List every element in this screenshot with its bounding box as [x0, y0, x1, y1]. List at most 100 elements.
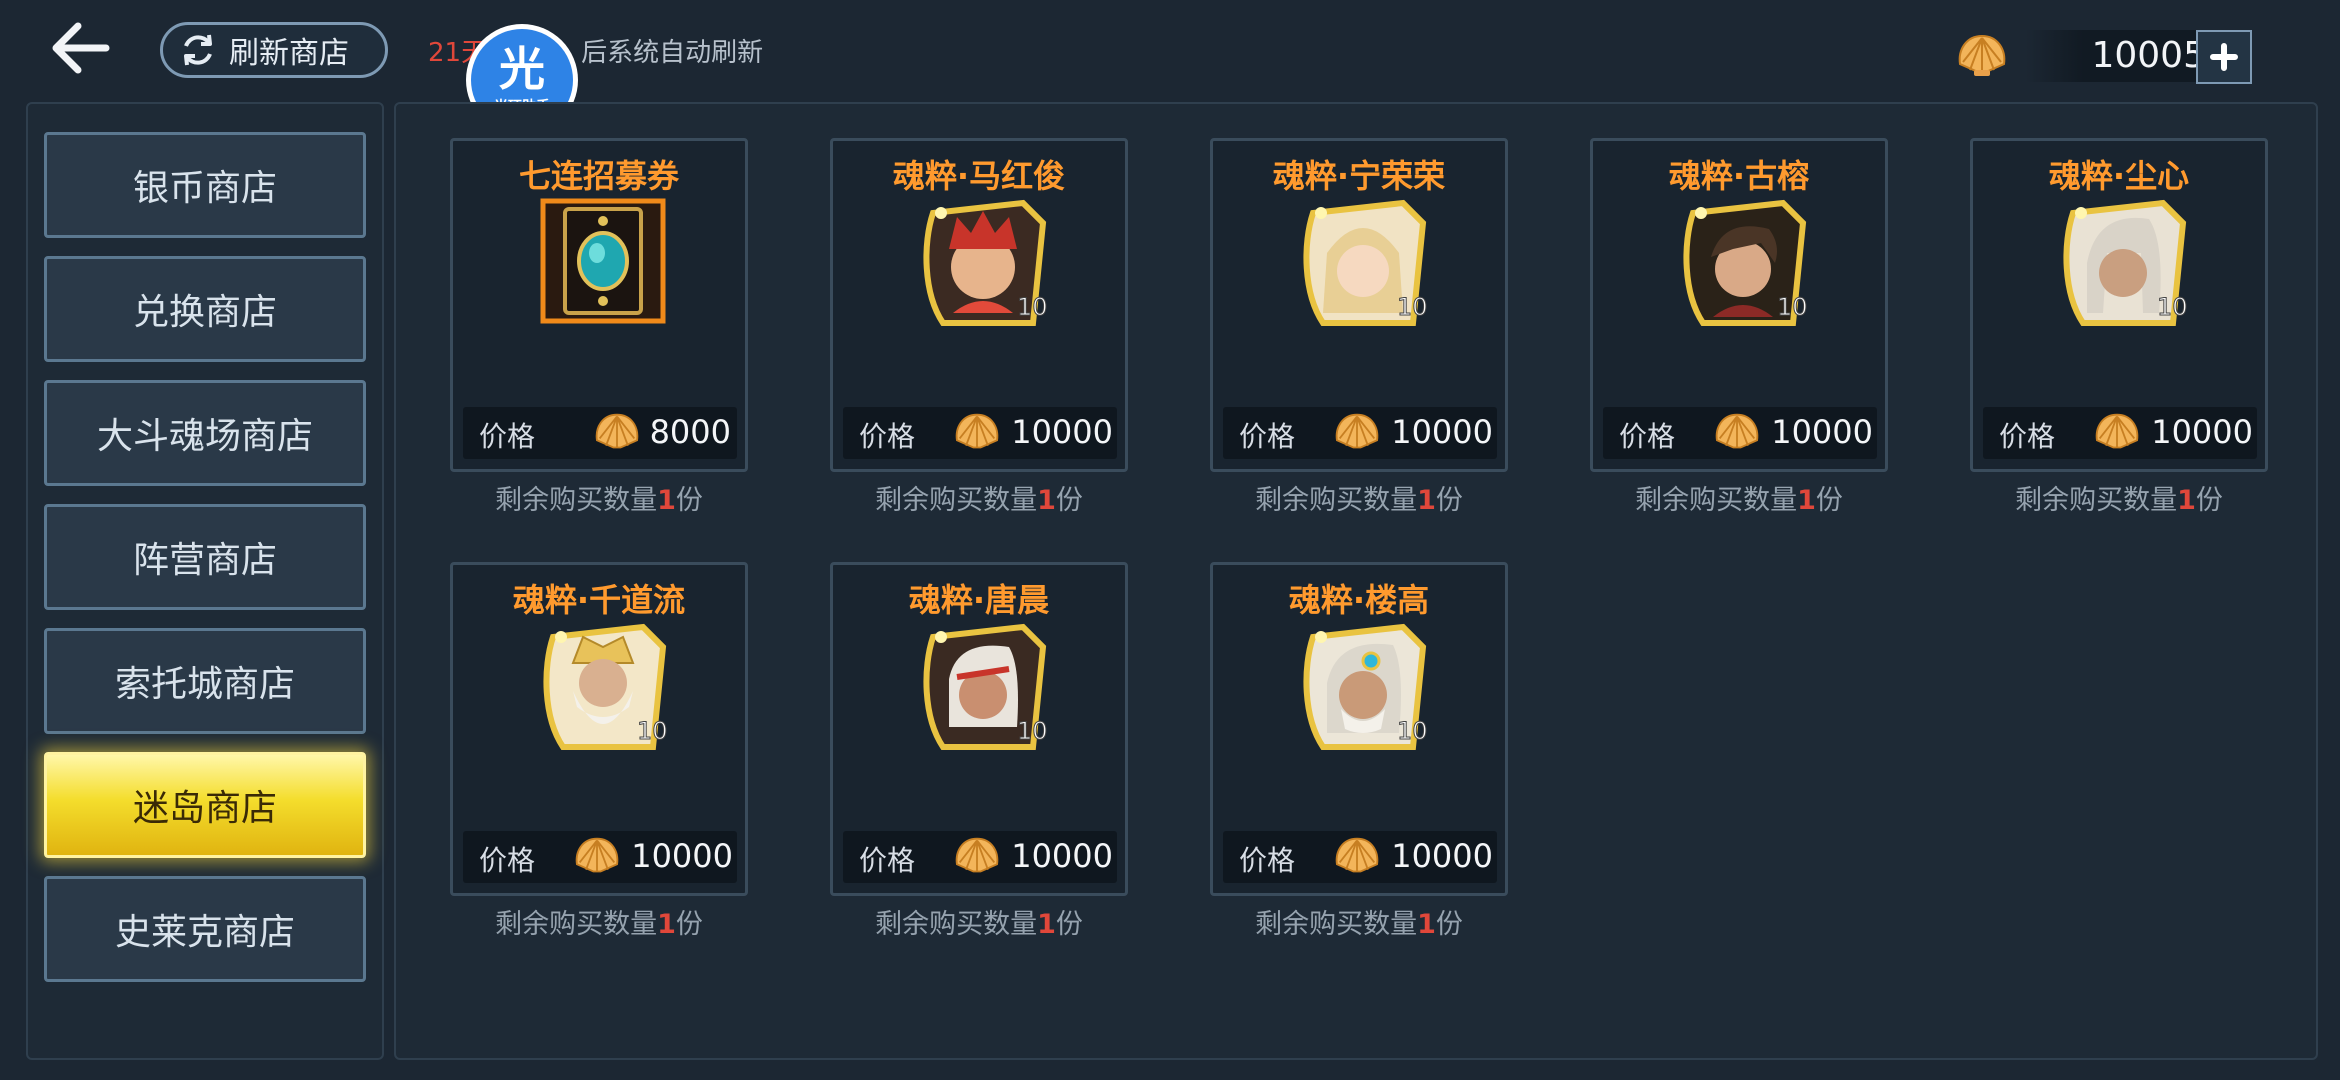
- shell-currency-icon: [1335, 413, 1379, 449]
- price-value: 10000: [631, 837, 733, 875]
- remain-suffix: 份: [1815, 485, 1843, 516]
- remain-prefix: 剩余购买数量: [1255, 909, 1418, 940]
- sidebar-item-exchange-shop[interactable]: 兑换商店: [44, 256, 366, 362]
- remain-suffix: 份: [2195, 485, 2223, 516]
- price-label: 价格: [479, 420, 536, 453]
- remain-prefix: 剩余购买数量: [875, 485, 1038, 516]
- price-value: 8000: [649, 413, 731, 451]
- shop-item-card[interactable]: 魂粹·马红俊 10 价格 10000: [830, 138, 1128, 472]
- sidebar-item-mystic-island-shop[interactable]: 迷岛商店: [44, 752, 366, 858]
- shop-item-card[interactable]: 魂粹·尘心 10 价格 10000: [1970, 138, 2268, 472]
- star-level-badge: 10: [1397, 717, 1428, 745]
- shell-currency-icon: [575, 837, 619, 873]
- remain-count: 1: [657, 485, 676, 516]
- price-label: 价格: [1239, 420, 1296, 453]
- portrait-ma-hongjun: 10: [923, 199, 1048, 326]
- price-value: 10000: [1391, 837, 1493, 875]
- watermark-char: 光: [499, 42, 545, 96]
- price-value: 10000: [1771, 413, 1873, 451]
- price-label: 价格: [479, 844, 536, 877]
- portrait-ning-rongrong: 10: [1303, 199, 1428, 326]
- star-level-badge: 10: [1017, 293, 1048, 321]
- price-label: 价格: [859, 420, 916, 453]
- shop-item-card[interactable]: 魂粹·宁荣荣 10 价格 10000: [1210, 138, 1508, 472]
- sidebar-item-faction-shop[interactable]: 阵营商店: [44, 504, 366, 610]
- shop-item-card[interactable]: 七连招募券 价格 8000: [450, 138, 748, 472]
- star-level-badge: 10: [1777, 293, 1808, 321]
- remaining-quantity: 剩余购买数量1份: [1210, 902, 1508, 941]
- remain-count: 1: [1037, 485, 1056, 516]
- shop-item-card[interactable]: 魂粹·唐晨 10 价格 10000: [830, 562, 1128, 896]
- remain-suffix: 份: [675, 909, 703, 940]
- shop-item-card[interactable]: 魂粹·楼高 10 价格 10000: [1210, 562, 1508, 896]
- item-name: 魂粹·古榕: [1668, 157, 1810, 195]
- price-label: 价格: [1239, 844, 1296, 877]
- remain-suffix: 份: [1435, 909, 1463, 940]
- item-name: 魂粹·马红俊: [892, 157, 1066, 195]
- remaining-quantity: 剩余购买数量1份: [450, 902, 748, 941]
- remaining-quantity: 剩余购买数量1份: [1970, 478, 2268, 517]
- remain-suffix: 份: [1435, 485, 1463, 516]
- remain-count: 1: [1417, 909, 1436, 940]
- price-label: 价格: [859, 844, 916, 877]
- remain-prefix: 剩余购买数量: [495, 909, 658, 940]
- sidebar-item-sotto-city-shop[interactable]: 索托城商店: [44, 628, 366, 734]
- shell-currency-icon: [1335, 837, 1379, 873]
- shell-currency-icon: [955, 837, 999, 873]
- remaining-quantity: 剩余购买数量1份: [1210, 478, 1508, 517]
- item-name: 魂粹·唐晨: [908, 581, 1050, 619]
- shell-currency-icon: [2095, 413, 2139, 449]
- remain-prefix: 剩余购买数量: [1635, 485, 1798, 516]
- countdown-suffix: 后系统自动刷新: [581, 38, 764, 68]
- remain-suffix: 份: [1055, 485, 1083, 516]
- price-bar: 价格 10000: [463, 831, 737, 883]
- refresh-icon: [184, 34, 212, 66]
- price-bar: 价格 10000: [1603, 407, 1877, 459]
- back-arrow-icon: [52, 22, 110, 74]
- price-value: 10000: [2151, 413, 2253, 451]
- portrait-chen-xin: 10: [2063, 199, 2188, 326]
- portrait-qian-daoliu: 10: [543, 623, 668, 750]
- refresh-button-label: 刷新商店: [229, 36, 349, 71]
- remaining-quantity: 剩余购买数量1份: [830, 902, 1128, 941]
- remain-suffix: 份: [675, 485, 703, 516]
- shell-currency-icon: [1958, 34, 2006, 76]
- shop-item-card[interactable]: 魂粹·千道流 10 价格 10000: [450, 562, 748, 896]
- remain-count: 1: [1417, 485, 1436, 516]
- item-name: 魂粹·楼高: [1288, 581, 1430, 619]
- price-value: 10000: [1391, 413, 1493, 451]
- star-level-badge: 10: [2157, 293, 2188, 321]
- shell-currency-icon: [595, 413, 639, 449]
- plus-icon: [2210, 43, 2238, 71]
- shop-category-sidebar: 银币商店 兑换商店 大斗魂场商店 阵营商店 索托城商店 迷岛商店 史莱克商店: [26, 102, 384, 1060]
- price-bar: 价格 8000: [463, 407, 737, 459]
- remain-count: 1: [657, 909, 676, 940]
- portrait-tang-chen: 10: [923, 623, 1048, 750]
- price-bar: 价格 10000: [843, 831, 1117, 883]
- sidebar-item-shrek-shop[interactable]: 史莱克商店: [44, 876, 366, 982]
- remain-prefix: 剩余购买数量: [495, 485, 658, 516]
- back-button[interactable]: [48, 18, 114, 78]
- price-value: 10000: [1011, 413, 1113, 451]
- item-name: 七连招募券: [518, 157, 679, 195]
- refresh-shop-button[interactable]: 刷新商店: [160, 22, 388, 78]
- remain-count: 1: [2177, 485, 2196, 516]
- sidebar-item-silver-shop[interactable]: 银币商店: [44, 132, 366, 238]
- shop-item-grid: 七连招募券 价格 8000 剩余购买数量1份 魂粹·马红俊 10 价格 1000…: [394, 102, 2318, 1060]
- remain-prefix: 剩余购买数量: [2015, 485, 2178, 516]
- price-bar: 价格 10000: [843, 407, 1117, 459]
- star-level-badge: 10: [1397, 293, 1428, 321]
- shell-currency-icon: [955, 413, 999, 449]
- sidebar-item-arena-shop[interactable]: 大斗魂场商店: [44, 380, 366, 486]
- remaining-quantity: 剩余购买数量1份: [1590, 478, 1888, 517]
- star-level-badge: 10: [637, 717, 668, 745]
- remain-prefix: 剩余购买数量: [1255, 485, 1418, 516]
- add-currency-button[interactable]: [2196, 30, 2252, 84]
- remaining-quantity: 剩余购买数量1份: [450, 478, 748, 517]
- portrait-lou-gao: 10: [1303, 623, 1428, 750]
- remain-suffix: 份: [1055, 909, 1083, 940]
- currency-amount: 10005: [2026, 30, 2216, 82]
- shop-item-card[interactable]: 魂粹·古榕 10 价格 10000: [1590, 138, 1888, 472]
- price-label: 价格: [1619, 420, 1676, 453]
- price-bar: 价格 10000: [1223, 831, 1497, 883]
